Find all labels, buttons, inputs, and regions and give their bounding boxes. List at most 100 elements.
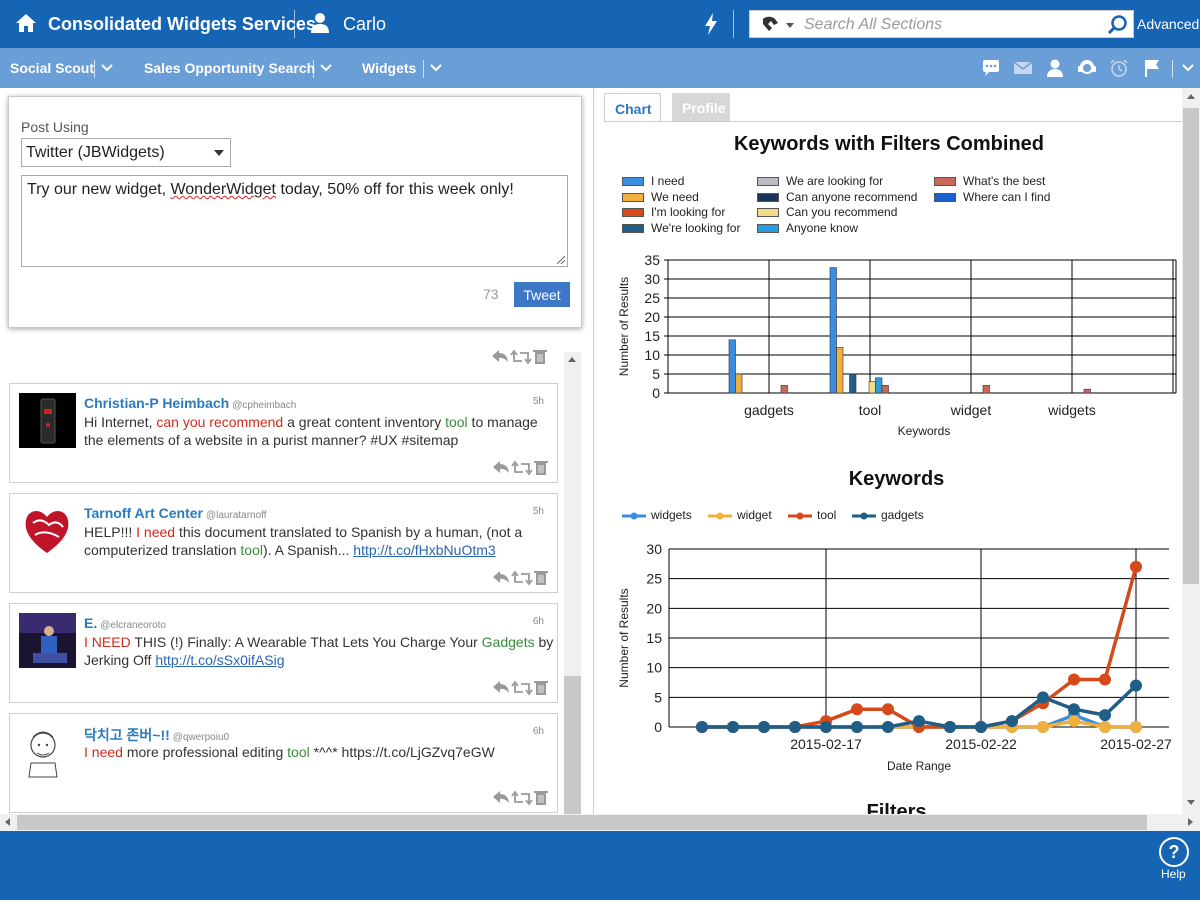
search-input[interactable] [804, 13, 1104, 37]
character-count: 73 [483, 286, 499, 302]
tweet-handle[interactable]: @cpheimbach [232, 400, 296, 411]
alarm-icon[interactable] [1109, 58, 1129, 78]
support-icon[interactable] [1077, 58, 1097, 78]
chart-panel-scrollbar[interactable] [1182, 88, 1200, 814]
chevron-down-icon[interactable] [319, 61, 333, 75]
tweet-button[interactable]: Tweet [514, 282, 570, 307]
tweet-author[interactable]: 닥치고 존버~!! @qwerpoiu0 [84, 725, 229, 745]
legend-label[interactable]: widgets [651, 508, 692, 522]
retweet-icon[interactable] [511, 790, 533, 806]
tweet-author[interactable]: E. @elcraneoroto [84, 615, 166, 631]
reply-icon[interactable] [493, 571, 509, 583]
legend-label[interactable]: tool [817, 508, 836, 522]
tweet-author-name[interactable]: E. [84, 615, 97, 631]
tweet-handle[interactable]: @qwerpoiu0 [173, 732, 229, 743]
help-icon[interactable]: ? [1158, 836, 1190, 868]
tweet-card[interactable]: E. @elcraneoroto 6h I NEED THIS (!) Finally… [9, 603, 558, 703]
tweet-author-name[interactable]: Christian-P Heimbach [84, 395, 229, 411]
feed-scrollbar[interactable] [564, 352, 581, 814]
home-icon[interactable] [14, 11, 38, 35]
tweet-card[interactable]: Tarnoff Art Center @lauratarnoff 5h HELP!!!… [9, 493, 558, 593]
person-icon[interactable] [1045, 58, 1065, 78]
legend-label[interactable]: Can anyone recommend [786, 190, 917, 204]
nav-social-scout[interactable]: Social Scout [10, 60, 94, 76]
tweet-card[interactable]: 닥치고 존버~!! @qwerpoiu0 6h I need more profess… [9, 713, 558, 813]
tweet-link[interactable]: http://t.co/fHxbNuOtm3 [353, 542, 495, 558]
avatar[interactable] [19, 613, 76, 668]
tweet-author-name[interactable]: 닥치고 존버~!! [84, 727, 170, 743]
nav-widgets[interactable]: Widgets [362, 60, 416, 76]
trash-icon[interactable] [534, 571, 548, 585]
reply-icon[interactable] [493, 461, 509, 473]
legend-label[interactable]: We are looking for [786, 174, 883, 188]
retweet-icon[interactable] [511, 680, 533, 696]
legend-label[interactable]: Where can I find [963, 190, 1050, 204]
chevron-down-icon[interactable] [1181, 61, 1195, 75]
tweet-author-name[interactable]: Tarnoff Art Center [84, 505, 203, 521]
message-textarea[interactable]: Try our new widget, WonderWidget today, … [21, 175, 568, 267]
reply-icon[interactable] [492, 350, 508, 362]
tweet-author[interactable]: Tarnoff Art Center @lauratarnoff [84, 505, 267, 521]
tweet-body: HELP!!! I need this document translated … [84, 523, 554, 559]
horizontal-scrollbar[interactable] [0, 814, 1200, 831]
legend-swatch [788, 512, 812, 520]
legend-label[interactable]: gadgets [881, 508, 924, 522]
scrollbar-thumb[interactable] [1183, 108, 1199, 584]
chat-icon[interactable] [981, 58, 1001, 78]
search-scope-icon[interactable] [760, 15, 796, 35]
scroll-down-arrow-icon[interactable] [1187, 800, 1195, 805]
scroll-left-arrow-icon[interactable] [5, 818, 10, 826]
scrollbar-thumb[interactable] [564, 676, 581, 814]
y-tick-label: 5 [654, 689, 662, 705]
legend-label[interactable]: We need [651, 190, 699, 204]
flag-icon[interactable] [1142, 58, 1162, 78]
chevron-down-icon[interactable] [429, 61, 443, 75]
reply-icon[interactable] [493, 681, 509, 693]
legend-label[interactable]: I'm looking for [651, 205, 725, 219]
chevron-down-icon[interactable] [100, 61, 114, 75]
avatar[interactable] [19, 723, 76, 778]
tweet-link[interactable]: http://t.co/sSx0ifASig [155, 652, 284, 668]
help-label[interactable]: Help [1161, 867, 1186, 881]
user-icon[interactable] [308, 11, 332, 35]
tweet-handle[interactable]: @lauratarnoff [206, 510, 267, 521]
retweet-icon[interactable] [511, 460, 533, 476]
retweet-icon[interactable] [510, 349, 532, 365]
legend-label[interactable]: Anyone know [786, 221, 858, 235]
trash-icon[interactable] [533, 350, 547, 364]
tab-profile[interactable]: Profile [672, 93, 730, 122]
x-tick-label: 2015-02-17 [790, 736, 862, 752]
legend-label[interactable]: I need [651, 174, 684, 188]
series-line [702, 566, 1138, 729]
resize-handle-icon[interactable] [557, 256, 565, 264]
data-point [1037, 721, 1049, 733]
scroll-right-arrow-icon[interactable] [1188, 818, 1193, 826]
lightning-icon[interactable] [700, 12, 722, 36]
caret-down-icon [214, 150, 224, 156]
trash-icon[interactable] [534, 461, 548, 475]
trash-icon[interactable] [534, 791, 548, 805]
user-name[interactable]: Carlo [343, 14, 386, 35]
avatar[interactable] [19, 393, 76, 448]
tweet-handle[interactable]: @elcraneoroto [100, 620, 166, 631]
search-icon[interactable] [1107, 14, 1129, 36]
mail-icon[interactable] [1013, 58, 1033, 78]
legend-label[interactable]: We're looking for [651, 221, 740, 235]
avatar[interactable] [19, 503, 76, 558]
advanced-search-link[interactable]: Advanced [1137, 16, 1199, 32]
tweet-card[interactable]: Christian-P Heimbach @cpheimbach 5h Hi Inte… [9, 383, 558, 483]
retweet-icon[interactable] [511, 570, 533, 586]
tab-chart[interactable]: Chart [604, 93, 661, 122]
scroll-up-arrow-icon[interactable] [1187, 94, 1195, 99]
scrollbar-thumb[interactable] [17, 815, 1147, 830]
app-title[interactable]: Consolidated Widgets Services [48, 14, 316, 35]
trash-icon[interactable] [534, 681, 548, 695]
nav-sales-opportunity-search[interactable]: Sales Opportunity Search [144, 60, 315, 76]
legend-label[interactable]: What's the best [963, 174, 1045, 188]
scroll-up-arrow-icon[interactable] [568, 357, 576, 362]
legend-label[interactable]: widget [737, 508, 772, 522]
reply-icon[interactable] [493, 791, 509, 803]
account-select[interactable]: Twitter (JBWidgets) [21, 138, 231, 167]
tweet-author[interactable]: Christian-P Heimbach @cpheimbach [84, 395, 296, 411]
legend-label[interactable]: Can you recommend [786, 205, 897, 219]
